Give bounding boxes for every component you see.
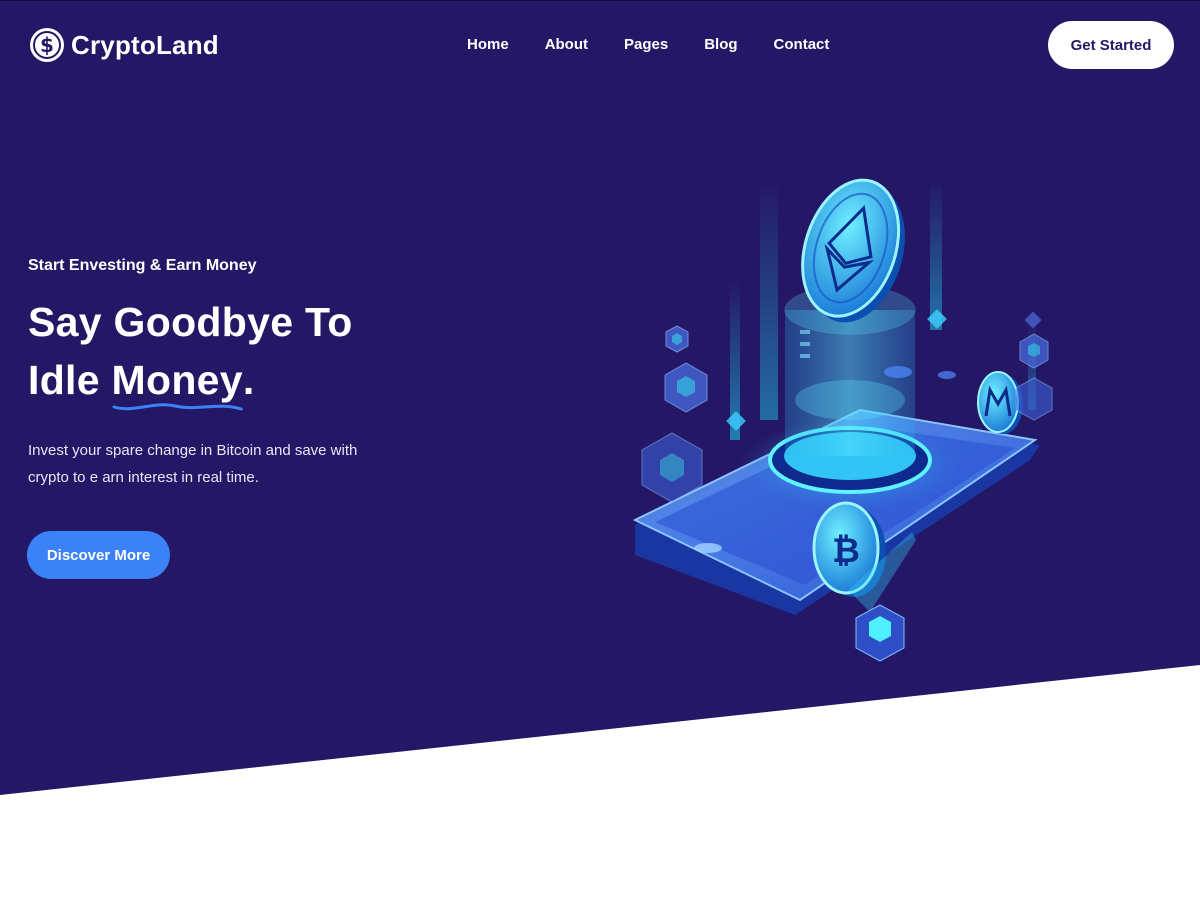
- hero-content: Start Envesting & Earn Money Say Goodbye…: [28, 255, 448, 506]
- svg-text:₿: ₿: [832, 531, 860, 571]
- isometric-crypto-phone-illustration: ₿: [632, 178, 1053, 662]
- dollar-coin-icon: $: [29, 27, 65, 63]
- squiggle-underline-icon: [112, 403, 243, 411]
- hero-description: Invest your spare change in Bitcoin and …: [28, 442, 358, 486]
- navbar: $ CryptoLand Home About Pages Blog Conta…: [0, 0, 1200, 90]
- nav-blog[interactable]: Blog: [704, 35, 737, 55]
- main-nav: Home About Pages Blog Contact: [449, 35, 847, 55]
- nav-pages[interactable]: Pages: [624, 35, 668, 55]
- nav-contact[interactable]: Contact: [774, 35, 830, 55]
- get-started-button[interactable]: Get Started: [1048, 21, 1174, 69]
- nav-about[interactable]: About: [545, 35, 588, 55]
- brand-name: CryptoLand: [71, 29, 219, 60]
- nav-home[interactable]: Home: [467, 35, 509, 55]
- brand-logo[interactable]: $ CryptoLand: [29, 27, 219, 63]
- headline-line-2-prefix: Idle: [28, 357, 112, 403]
- headline-suffix: .: [242, 357, 255, 403]
- hero-headline: Say Goodbye To Idle Money.: [28, 293, 448, 411]
- svg-text:$: $: [40, 33, 54, 57]
- headline-highlight: Money: [112, 351, 243, 411]
- headline-line-1: Say Goodbye To: [28, 299, 353, 345]
- discover-more-button[interactable]: Discover More: [27, 531, 170, 579]
- hero-eyebrow: Start Envesting & Earn Money: [28, 257, 257, 274]
